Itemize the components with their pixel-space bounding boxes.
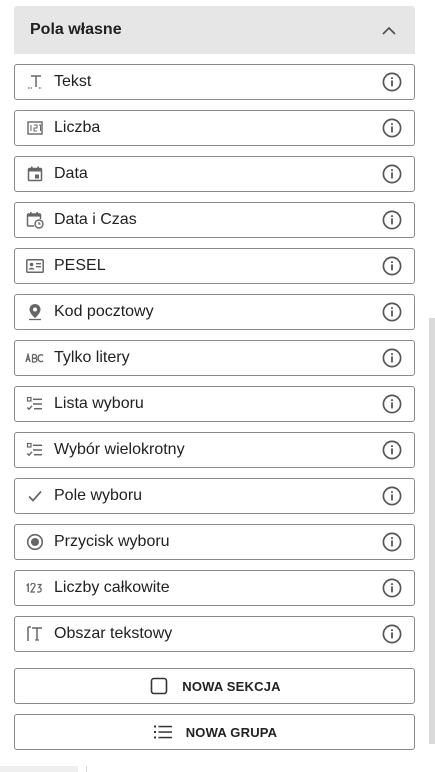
new-section-label: NOWA SEKCJA	[182, 678, 281, 694]
field-item-data[interactable]: Data	[14, 156, 415, 192]
field-label: Obszar tekstowy	[54, 625, 173, 642]
digits-123-icon	[25, 578, 45, 598]
abc-icon	[25, 348, 45, 368]
radio-button-icon	[25, 532, 45, 552]
scrollbar-thumb[interactable]	[429, 318, 435, 744]
field-list: Tekst Liczba Data Data i Czas PESEL Kod …	[14, 64, 415, 652]
calendar-clock-icon	[25, 210, 45, 230]
calendar-icon	[25, 164, 45, 184]
info-circle-icon[interactable]	[381, 393, 403, 415]
scrollbar-track[interactable]	[429, 0, 435, 772]
field-item-przycisk-wyboru[interactable]: Przycisk wyboru	[14, 524, 415, 560]
bottom-divider	[86, 766, 87, 772]
info-circle-icon[interactable]	[381, 577, 403, 599]
list-icon	[152, 721, 174, 743]
info-circle-icon[interactable]	[381, 71, 403, 93]
chevron-up-icon[interactable]	[381, 22, 397, 38]
info-circle-icon[interactable]	[381, 117, 403, 139]
field-label: Przycisk wyboru	[54, 533, 170, 550]
new-group-button[interactable]: NOWA GRUPA	[14, 714, 415, 750]
field-label: PESEL	[54, 257, 106, 274]
checklist-icon	[25, 440, 45, 460]
field-label: Wybór wielokrotny	[54, 441, 185, 458]
custom-fields-panel: Pola własne Tekst Liczba Data Data i Cza…	[14, 6, 415, 760]
field-item-tekst[interactable]: Tekst	[14, 64, 415, 100]
section-header-custom-fields[interactable]: Pola własne	[14, 6, 415, 54]
text-area-icon	[25, 624, 45, 644]
field-label: Pole wyboru	[54, 487, 143, 504]
field-label: Liczby całkowite	[54, 579, 170, 596]
info-circle-icon[interactable]	[381, 255, 403, 277]
info-circle-icon[interactable]	[381, 209, 403, 231]
checkmark-icon	[25, 486, 45, 506]
info-circle-icon[interactable]	[381, 485, 403, 507]
text-field-icon	[25, 72, 45, 92]
field-item-data-i-czas[interactable]: Data i Czas	[14, 202, 415, 238]
field-item-wybor-wielokrotny[interactable]: Wybór wielokrotny	[14, 432, 415, 468]
field-item-obszar-tekstowy[interactable]: Obszar tekstowy	[14, 616, 415, 652]
new-section-button[interactable]: NOWA SEKCJA	[14, 668, 415, 704]
field-label: Lista wyboru	[54, 395, 144, 412]
info-circle-icon[interactable]	[381, 163, 403, 185]
bottom-left-shade	[0, 766, 78, 772]
field-label: Data i Czas	[54, 211, 137, 228]
section-title: Pola własne	[30, 21, 122, 38]
id-card-icon	[25, 256, 45, 276]
info-circle-icon[interactable]	[381, 301, 403, 323]
field-item-tylko-litery[interactable]: Tylko litery	[14, 340, 415, 376]
field-item-pole-wyboru[interactable]: Pole wyboru	[14, 478, 415, 514]
field-label: Liczba	[54, 119, 101, 136]
field-label: Tekst	[54, 73, 92, 90]
info-circle-icon[interactable]	[381, 439, 403, 461]
checklist-icon	[25, 394, 45, 414]
location-pin-icon	[25, 302, 45, 322]
new-group-label: NOWA GRUPA	[185, 724, 278, 740]
field-item-kod-pocztowy[interactable]: Kod pocztowy	[14, 294, 415, 330]
info-circle-icon[interactable]	[381, 347, 403, 369]
field-label: Tylko litery	[54, 349, 130, 366]
info-circle-icon[interactable]	[381, 623, 403, 645]
field-label: Data	[54, 165, 88, 182]
field-label: Kod pocztowy	[54, 303, 154, 320]
custom-fields-panel-root: Pola własne Tekst Liczba Data Data i Cza…	[0, 0, 435, 772]
info-circle-icon[interactable]	[381, 531, 403, 553]
number-field-icon	[25, 118, 45, 138]
bottom-strip	[0, 766, 435, 772]
field-item-pesel[interactable]: PESEL	[14, 248, 415, 284]
field-item-liczby-calkowite[interactable]: Liczby całkowite	[14, 570, 415, 606]
field-item-liczba[interactable]: Liczba	[14, 110, 415, 146]
field-item-lista-wyboru[interactable]: Lista wyboru	[14, 386, 415, 422]
square-outline-icon	[148, 675, 170, 697]
